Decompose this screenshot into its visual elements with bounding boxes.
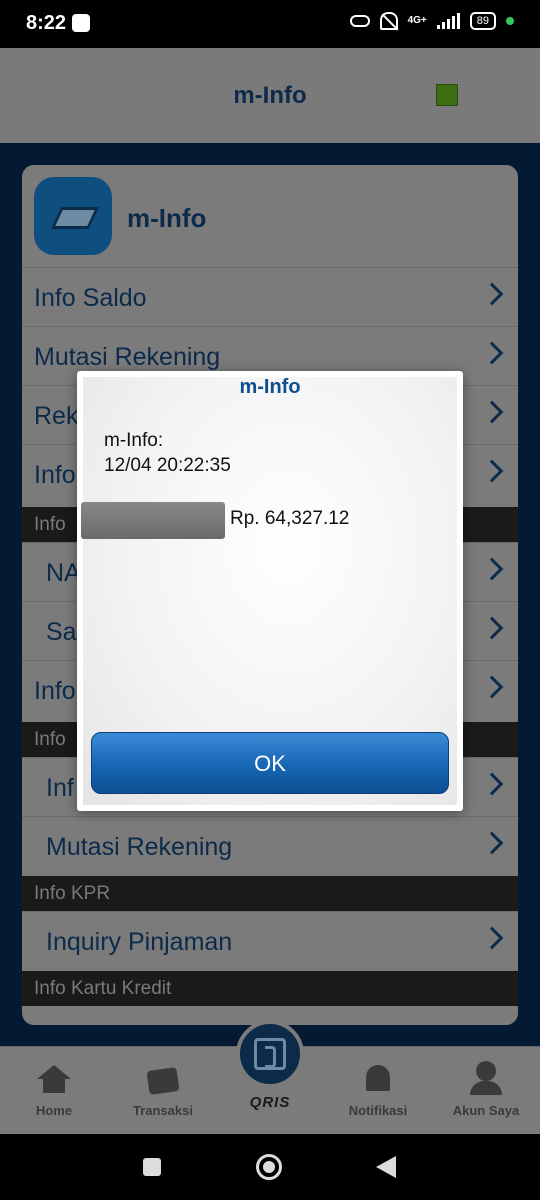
- nav-label: Notifikasi: [348, 1103, 408, 1118]
- section-label: Info KPR: [34, 883, 111, 904]
- section-label: Info Kartu Kredit: [34, 978, 172, 999]
- menu-item-label: Inf: [46, 774, 74, 802]
- wallet-icon: [146, 1067, 180, 1095]
- chevron-right-icon: [480, 282, 504, 306]
- menu-item-label: Info: [34, 677, 76, 705]
- app-notification-icon: [72, 14, 90, 32]
- nav-label: Transaksi: [133, 1103, 193, 1118]
- menu-item-label: Info Saldo: [34, 284, 147, 312]
- recents-button[interactable]: [143, 1158, 161, 1176]
- signal-icon: [436, 13, 460, 29]
- dialog-line-label: m-Info:: [104, 430, 164, 451]
- status-time: 8:22: [26, 12, 67, 34]
- menu-item-inquiry-pinjaman[interactable]: Inquiry Pinjaman: [22, 911, 518, 970]
- qris-label: QRIS: [249, 1094, 291, 1111]
- menu-item-label: Mutasi Rekening: [34, 343, 221, 371]
- section-label: Info: [34, 729, 66, 750]
- home-button[interactable]: [256, 1154, 282, 1180]
- system-nav-bar: [0, 1134, 540, 1200]
- card-title: m-Info: [127, 203, 207, 233]
- nav-akun-saya[interactable]: Akun Saya: [436, 1047, 536, 1135]
- menu-item-label: Sa: [46, 618, 77, 646]
- qris-button[interactable]: [236, 1020, 304, 1088]
- dialog-balance-amount: Rp. 64,327.12: [230, 508, 350, 529]
- chevron-right-icon: [480, 772, 504, 796]
- bell-icon: [366, 1065, 390, 1091]
- connection-status-icon: [436, 84, 458, 106]
- menu-item-label: NA: [46, 559, 81, 587]
- privacy-dot-icon: [506, 17, 514, 25]
- page-title: m-Info: [233, 82, 307, 109]
- chevron-right-icon: [480, 616, 504, 640]
- card-header: m-Info: [22, 165, 518, 267]
- dialog-title: m-Info: [239, 376, 301, 398]
- dialog-timestamp: 12/04 20:22:35: [104, 455, 231, 476]
- info-dialog: m-Info m-Info: 12/04 20:22:35 Rp. 64,327…: [77, 371, 463, 811]
- nav-label: Home: [35, 1103, 73, 1118]
- menu-item-label: Mutasi Rekening: [46, 833, 233, 861]
- chevron-right-icon: [480, 459, 504, 483]
- section-header-kartu-kredit: Info Kartu Kredit: [22, 971, 518, 1006]
- menu-item-mutasi-rekening-2[interactable]: Mutasi Rekening: [22, 816, 518, 875]
- menu-item-info-saldo[interactable]: Info Saldo: [22, 267, 518, 326]
- chevron-right-icon: [480, 400, 504, 424]
- status-icons: 4G+ 89: [349, 12, 514, 30]
- app-header: m-Info: [0, 48, 540, 143]
- section-label: Info: [34, 514, 66, 535]
- chevron-right-icon: [480, 675, 504, 699]
- mute-bell-icon: [379, 12, 398, 30]
- battery-icon: 89: [469, 12, 496, 30]
- nav-label: Akun Saya: [452, 1103, 520, 1118]
- menu-item-label: Inquiry Pinjaman: [46, 928, 233, 956]
- qris-icon: [254, 1038, 286, 1070]
- nav-home[interactable]: Home: [4, 1047, 104, 1135]
- home-icon: [37, 1065, 71, 1079]
- ok-button[interactable]: OK: [91, 732, 449, 794]
- back-button[interactable]: [376, 1156, 396, 1178]
- chevron-right-icon: [480, 831, 504, 855]
- chevron-right-icon: [480, 926, 504, 950]
- nav-notifikasi[interactable]: Notifikasi: [328, 1047, 428, 1135]
- chevron-right-icon: [480, 557, 504, 581]
- link-icon: [349, 15, 370, 27]
- network-type: 4G+: [407, 15, 427, 26]
- menu-item-label: Rek: [34, 402, 79, 430]
- minfo-logo-icon: [34, 177, 112, 255]
- section-header-kpr: Info KPR: [22, 876, 518, 911]
- nav-transaksi[interactable]: Transaksi: [113, 1047, 213, 1135]
- menu-item-label: Info: [34, 461, 76, 489]
- redacted-account-number: [81, 502, 225, 539]
- user-icon: [476, 1061, 496, 1081]
- status-bar: 8:22 4G+ 89: [0, 0, 540, 48]
- chevron-right-icon: [480, 341, 504, 365]
